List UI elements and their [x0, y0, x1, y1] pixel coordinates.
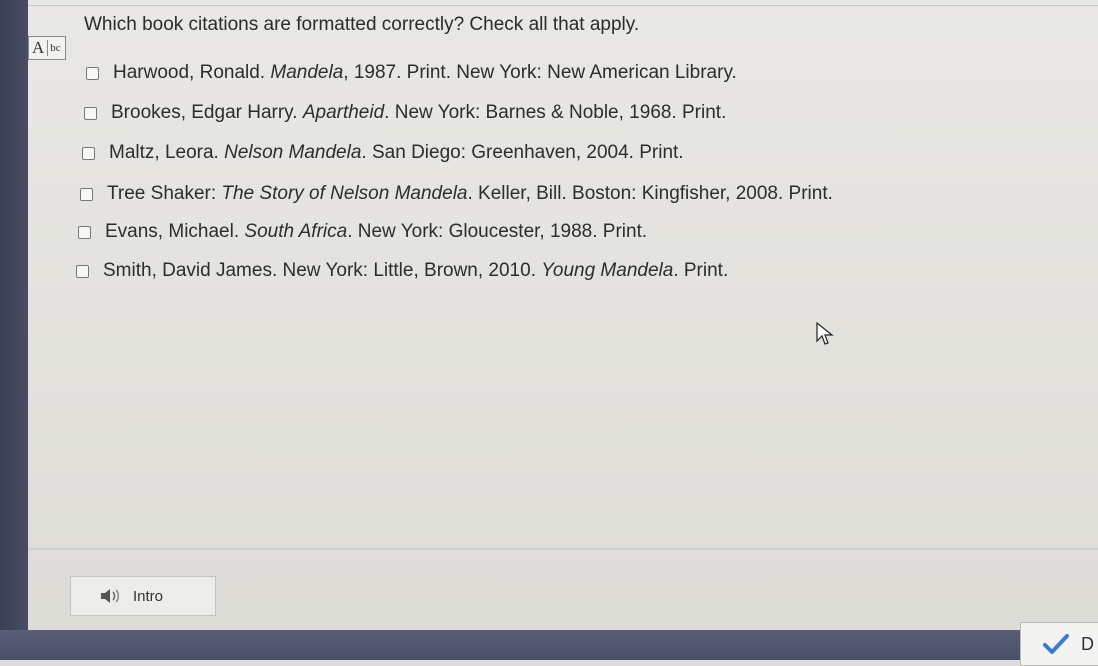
mouse-cursor-icon	[816, 321, 834, 351]
text-tool-big-letter: A	[32, 38, 45, 57]
option-harwood[interactable]: Harwood, Ronald. Mandela, 1987. Print. N…	[86, 62, 737, 84]
option-text: Maltz, Leora. Nelson Mandela. San Diego:…	[109, 142, 684, 163]
checkbox[interactable]	[78, 225, 91, 239]
option-evans[interactable]: Evans, Michael. South Africa. New York: …	[78, 221, 647, 243]
text-tool-small-letters: bc	[50, 42, 61, 54]
text-tool-button[interactable]: A bc	[28, 36, 66, 60]
checkbox[interactable]	[84, 106, 97, 120]
option-smith[interactable]: Smith, David James. New York: Little, Br…	[76, 260, 728, 282]
checkbox[interactable]	[86, 66, 99, 80]
section-divider	[28, 548, 1098, 550]
option-tree-shaker[interactable]: Tree Shaker: The Story of Nelson Mandela…	[80, 183, 833, 205]
done-button[interactable]: D	[1020, 622, 1098, 666]
option-text: Harwood, Ronald. Mandela, 1987. Print. N…	[113, 62, 737, 83]
checkbox[interactable]	[80, 187, 93, 201]
intro-label: Intro	[133, 587, 164, 605]
checkmark-icon	[1043, 634, 1069, 654]
intro-button[interactable]: Intro	[70, 576, 216, 616]
speaker-icon	[99, 587, 121, 605]
option-brookes[interactable]: Brookes, Edgar Harry. Apartheid. New Yor…	[84, 102, 726, 124]
done-label: D	[1081, 633, 1094, 654]
question-text: Which book citations are formatted corre…	[84, 14, 640, 35]
top-divider	[28, 5, 1098, 6]
option-maltz[interactable]: Maltz, Leora. Nelson Mandela. San Diego:…	[82, 142, 684, 164]
question-page: Which book citations are formatted corre…	[28, 0, 1098, 630]
option-text: Smith, David James. New York: Little, Br…	[103, 260, 729, 281]
option-text: Evans, Michael. South Africa. New York: …	[105, 221, 648, 242]
bottom-bar	[0, 630, 1098, 660]
checkbox[interactable]	[82, 146, 95, 160]
option-text: Tree Shaker: The Story of Nelson Mandela…	[107, 183, 833, 204]
text-tool-separator	[47, 40, 49, 56]
option-text: Brookes, Edgar Harry. Apartheid. New Yor…	[111, 102, 727, 123]
checkbox[interactable]	[76, 264, 89, 278]
